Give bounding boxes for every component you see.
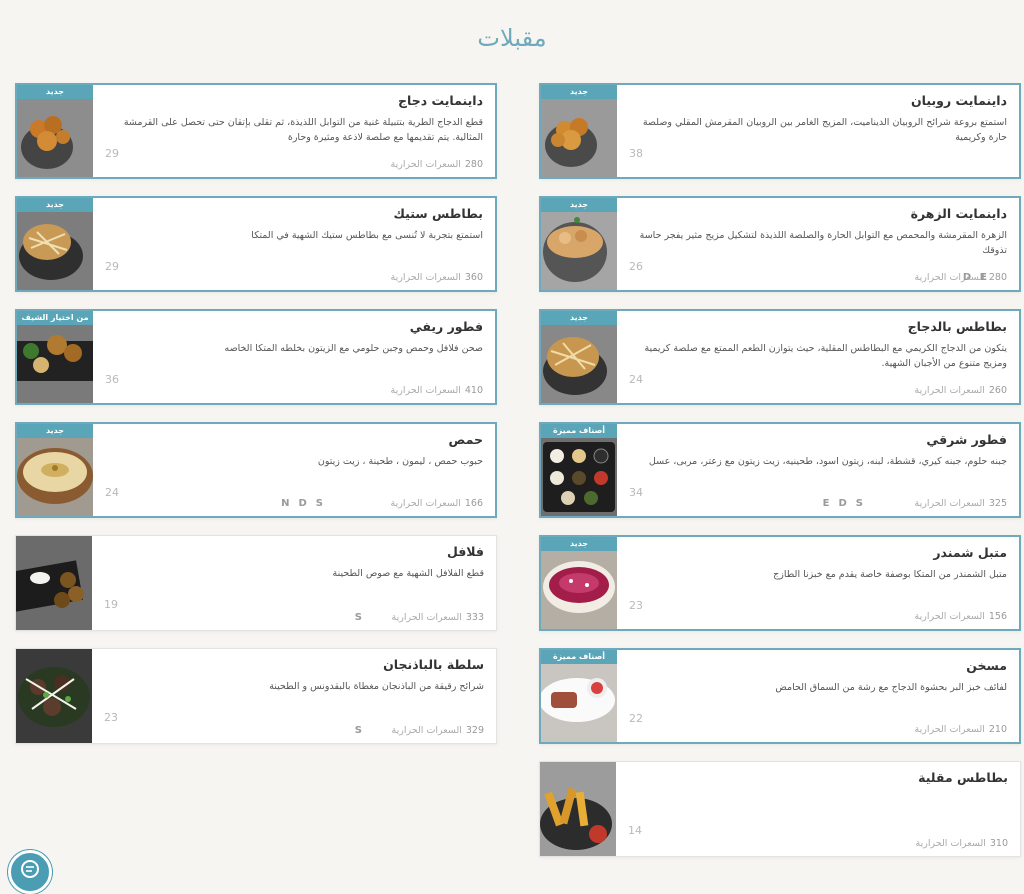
chat-button[interactable] bbox=[8, 850, 52, 894]
featured-badge: أصناف مميزة bbox=[541, 424, 617, 438]
dish-number: 38 bbox=[629, 147, 643, 160]
dish-description: قطع الدجاج الطرية بتتبيلة غنية من التواب… bbox=[123, 117, 483, 143]
menu-card-rural-breakfast[interactable]: من اختيار الشيف فطور ريفي صحن فلافل وحمص… bbox=[15, 309, 497, 405]
dish-number: 19 bbox=[104, 598, 118, 611]
dish-description: شرائح رقيقة من الباذنجان مغطاة بالبقدونس… bbox=[269, 681, 484, 692]
dish-number: 24 bbox=[629, 373, 643, 386]
dish-title: فطور شرقي bbox=[926, 432, 1007, 447]
chef-choice-badge: من اختيار الشيف bbox=[17, 311, 93, 325]
menu-card-steak-fries[interactable]: جديد بطاطس ستيك استمتع بتجربة لا تُنسى م… bbox=[15, 196, 497, 292]
dish-number: 29 bbox=[105, 147, 119, 160]
dish-title: داينمايت الزهرة bbox=[910, 206, 1007, 221]
menu-card-beet-dip[interactable]: جديد متبل شمندر متبل الشمندر من المتكا ب… bbox=[539, 535, 1021, 631]
calories: 410 السعرات الحرارية bbox=[390, 385, 483, 396]
dish-description: استمتع بروعة شرائح الروبيان الديناميت، ا… bbox=[642, 117, 1007, 143]
dish-description: لفائف خبز البر بحشوة الدجاج مع رشة من ال… bbox=[775, 682, 1007, 693]
calories: 329 السعرات الحرارية bbox=[391, 725, 484, 736]
dish-description: يتكون من الدجاج الكريمي مع البطاطس المقل… bbox=[644, 343, 1007, 369]
dish-image: جديد bbox=[17, 85, 93, 177]
chat-icon bbox=[21, 860, 39, 878]
dish-number: 34 bbox=[629, 486, 643, 499]
dish-title: حمص bbox=[448, 432, 483, 447]
dish-image: جديد bbox=[17, 198, 93, 290]
menu-card-french-fries[interactable]: بطاطس مقلية 14 310 السعرات الحرارية bbox=[539, 761, 1021, 857]
dish-title: فلافل bbox=[446, 544, 484, 559]
calories: 280 السعرات الحرارية bbox=[914, 272, 1007, 283]
calories: 210 السعرات الحرارية bbox=[914, 724, 1007, 735]
dish-title: داينمايت دجاج bbox=[398, 93, 483, 108]
dish-image: جديد bbox=[541, 311, 617, 403]
new-badge: جديد bbox=[541, 311, 617, 325]
dish-title: بطاطس بالدجاج bbox=[907, 319, 1007, 334]
new-badge: جديد bbox=[17, 85, 93, 99]
allergen-flags: NDS bbox=[281, 498, 323, 509]
dish-image: جديد bbox=[541, 198, 617, 290]
dish-image: جديد bbox=[541, 537, 617, 629]
dish-image: جديد bbox=[541, 85, 617, 177]
dish-description: حبوب حمص ، ليمون ، طحينة ، زيت زيتون bbox=[317, 456, 483, 467]
dish-image bbox=[16, 649, 92, 743]
dish-number: 36 bbox=[105, 373, 119, 386]
dish-title: سلطة بالباذنجان bbox=[383, 657, 484, 672]
dish-description: متبل الشمندر من المتكا بوصفة خاصة يقدم م… bbox=[773, 569, 1007, 580]
dish-description: استمتع بتجربة لا تُنسى مع بطاطس ستيك الش… bbox=[251, 230, 483, 241]
calories: 325 السعرات الحرارية bbox=[914, 498, 1007, 509]
dish-title: داينمايت روبيان bbox=[911, 93, 1007, 108]
new-badge: جديد bbox=[541, 198, 617, 212]
allergen-flags: DE bbox=[962, 272, 987, 283]
new-badge: جديد bbox=[17, 198, 93, 212]
page-title: مقبلات bbox=[477, 24, 547, 52]
dish-image bbox=[540, 762, 616, 856]
new-badge: جديد bbox=[541, 537, 617, 551]
menu-card-eggplant-salad[interactable]: سلطة بالباذنجان شرائح رقيقة من الباذنجان… bbox=[15, 648, 497, 744]
calories: 310 السعرات الحرارية bbox=[915, 838, 1008, 849]
dish-image: من اختيار الشيف bbox=[17, 311, 93, 403]
dish-title: مسخن bbox=[966, 658, 1007, 673]
menu-card-hummus[interactable]: جديد حمص حبوب حمص ، ليمون ، طحينة ، زيت … bbox=[15, 422, 497, 518]
new-badge: جديد bbox=[17, 424, 93, 438]
menu-card-falafel[interactable]: فلافل قطع الفلافل الشهية مع صوص الطحينة … bbox=[15, 535, 497, 631]
menu-card-dynamite-cauliflower[interactable]: جديد داينمايت الزهرة الزهرة المقرمشة وال… bbox=[539, 196, 1021, 292]
dish-title: فطور ريفي bbox=[409, 319, 483, 334]
calories: 360 السعرات الحرارية bbox=[390, 272, 483, 283]
featured-badge: أصناف مميزة bbox=[541, 650, 617, 664]
new-badge: جديد bbox=[541, 85, 617, 99]
calories: 166 السعرات الحرارية bbox=[390, 498, 483, 509]
allergen-flags: S bbox=[354, 612, 362, 623]
dish-number: 23 bbox=[104, 711, 118, 724]
calories: 280 السعرات الحرارية bbox=[390, 159, 483, 170]
dish-number: 29 bbox=[105, 260, 119, 273]
menu-card-oriental-breakfast[interactable]: أصناف مميزة فطور شرقي جبنه حلوم، جبنه كي… bbox=[539, 422, 1021, 518]
menu-card-dynamite-chicken[interactable]: جديد داينمايت دجاج قطع الدجاج الطرية بتت… bbox=[15, 83, 497, 179]
dish-description: جبنه حلوم، جبنه كيري، قشطة، لبنه، زيتون … bbox=[648, 456, 1007, 467]
allergen-flags: EDS bbox=[822, 498, 863, 509]
menu-card-dynamite-shrimp[interactable]: جديد داينمايت روبيان استمتع بروعة شرائح … bbox=[539, 83, 1021, 179]
dish-image: أصناف مميزة bbox=[541, 424, 617, 516]
calories: 260 السعرات الحرارية bbox=[914, 385, 1007, 396]
dish-image bbox=[16, 536, 92, 630]
dish-number: 23 bbox=[629, 599, 643, 612]
dish-description: صحن فلافل وحمص وجبن حلومي مع الزيتون بخل… bbox=[224, 343, 483, 354]
calories: 156 السعرات الحرارية bbox=[914, 611, 1007, 622]
dish-title: بطاطس مقلية bbox=[918, 770, 1008, 785]
menu-card-chicken-fries[interactable]: جديد بطاطس بالدجاج يتكون من الدجاج الكري… bbox=[539, 309, 1021, 405]
dish-number: 24 bbox=[105, 486, 119, 499]
dish-number: 26 bbox=[629, 260, 643, 273]
dish-image: جديد bbox=[17, 424, 93, 516]
calories: 333 السعرات الحرارية bbox=[391, 612, 484, 623]
allergen-flags: S bbox=[354, 725, 362, 736]
dish-title: بطاطس ستيك bbox=[393, 206, 484, 221]
dish-description: الزهرة المقرمشة والمحمص مع التوابل الحار… bbox=[639, 230, 1007, 256]
dish-number: 22 bbox=[629, 712, 643, 725]
menu-card-musakhan[interactable]: أصناف مميزة مسخن لفائف خبز البر بحشوة ال… bbox=[539, 648, 1021, 744]
dish-image: أصناف مميزة bbox=[541, 650, 617, 742]
dish-number: 14 bbox=[628, 824, 642, 837]
dish-title: متبل شمندر bbox=[933, 545, 1007, 560]
dish-description: قطع الفلافل الشهية مع صوص الطحينة bbox=[332, 568, 484, 579]
